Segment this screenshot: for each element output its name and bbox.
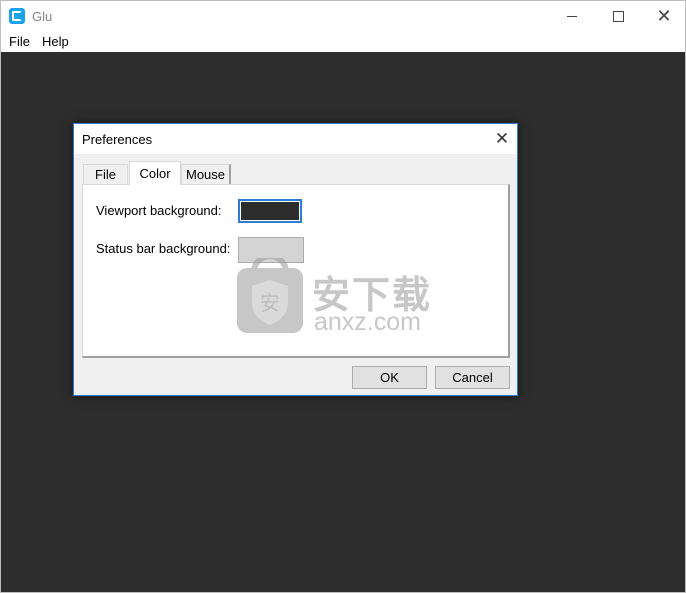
close-icon: ✕ (656, 5, 672, 27)
viewport-background-swatch (241, 202, 299, 220)
menu-file[interactable]: File (9, 34, 30, 49)
menu-help[interactable]: Help (42, 34, 69, 49)
minimize-icon (567, 15, 577, 17)
ok-button[interactable]: OK (352, 366, 427, 389)
status-bar-background-label: Status bar background: (96, 241, 231, 256)
dialog-title: Preferences (82, 132, 153, 147)
viewport-background-color-button[interactable] (238, 199, 302, 223)
cancel-button[interactable]: Cancel (435, 366, 510, 389)
menu-bar: File Help (1, 31, 685, 51)
close-icon: ✕ (494, 129, 510, 149)
color-tab-panel: Viewport background: Status bar backgrou… (82, 184, 510, 358)
maximize-button[interactable] (595, 1, 641, 31)
tab-file[interactable]: File (83, 164, 128, 184)
title-bar[interactable]: Glu ✕ (1, 1, 685, 31)
preferences-dialog: Preferences ✕ File Color Mouse Viewport … (73, 123, 518, 396)
status-bar-background-color-button[interactable] (238, 237, 304, 263)
viewport-background-label: Viewport background: (96, 203, 222, 218)
maximize-icon (612, 10, 624, 22)
app-title: Glu (32, 9, 53, 24)
tab-mouse[interactable]: Mouse (181, 164, 231, 184)
dialog-title-bar[interactable]: Preferences ✕ (74, 124, 517, 154)
close-window-button[interactable]: ✕ (641, 1, 686, 31)
app-icon (9, 8, 25, 24)
tab-color[interactable]: Color (129, 161, 181, 185)
dialog-close-button[interactable]: ✕ (487, 124, 517, 154)
minimize-button[interactable] (549, 1, 595, 31)
